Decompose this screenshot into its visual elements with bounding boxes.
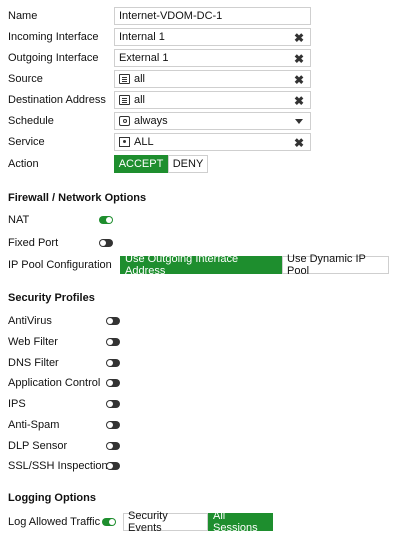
profile-label-dns-filter: DNS Filter bbox=[8, 357, 59, 369]
log-allowed-toggle[interactable] bbox=[102, 518, 116, 526]
profile-label-application-control: Application Control bbox=[8, 377, 101, 389]
incoming-interface-label: Incoming Interface bbox=[8, 31, 99, 43]
source-label: Source bbox=[8, 73, 43, 85]
schedule-select[interactable]: always bbox=[114, 112, 311, 130]
ssl-ssh-inspection-toggle[interactable] bbox=[106, 462, 120, 470]
incoming-interface-field[interactable]: Internal 1 ✖ bbox=[114, 28, 311, 46]
fixed-port-toggle[interactable] bbox=[99, 239, 113, 247]
schedule-value: always bbox=[134, 115, 168, 127]
remove-destination-icon[interactable]: ✖ bbox=[294, 94, 304, 108]
logging-section-title: Logging Options bbox=[8, 492, 96, 504]
ippool-outgoing-button[interactable]: Use Outgoing Interface Address bbox=[120, 253, 282, 277]
action-label: Action bbox=[8, 158, 39, 170]
outgoing-interface-value: External 1 bbox=[119, 52, 169, 64]
source-value: all bbox=[134, 73, 146, 85]
ips-toggle[interactable] bbox=[106, 400, 120, 408]
action-deny-button[interactable]: DENY bbox=[168, 155, 208, 173]
remove-outgoing-icon[interactable]: ✖ bbox=[294, 52, 304, 66]
service-field[interactable]: ALL ✖ bbox=[114, 133, 311, 151]
web-filter-toggle[interactable] bbox=[106, 338, 120, 346]
dns-filter-toggle[interactable] bbox=[106, 359, 120, 367]
profile-label-ssl-ssh: SSL/SSH Inspection bbox=[8, 460, 108, 472]
dlp-sensor-toggle[interactable] bbox=[106, 442, 120, 450]
nat-toggle[interactable] bbox=[99, 216, 113, 224]
name-label: Name bbox=[8, 10, 38, 22]
destination-label: Destination Address bbox=[8, 94, 106, 106]
service-label: Service bbox=[8, 136, 45, 148]
log-all-sessions-button[interactable]: All Sessions bbox=[208, 510, 273, 534]
profile-label-web-filter: Web Filter bbox=[8, 336, 58, 348]
service-icon bbox=[119, 137, 130, 147]
remove-service-icon[interactable]: ✖ bbox=[294, 136, 304, 150]
service-value: ALL bbox=[134, 136, 154, 148]
application-control-toggle[interactable] bbox=[106, 379, 120, 387]
schedule-label: Schedule bbox=[8, 115, 54, 127]
destination-field[interactable]: all ✖ bbox=[114, 91, 311, 109]
profile-label-dlp-sensor: DLP Sensor bbox=[8, 440, 68, 452]
antivirus-toggle[interactable] bbox=[106, 317, 120, 325]
outgoing-interface-field[interactable]: External 1 ✖ bbox=[114, 49, 311, 67]
security-section-title: Security Profiles bbox=[8, 292, 95, 304]
destination-value: all bbox=[134, 94, 146, 106]
profile-label-ips: IPS bbox=[8, 398, 26, 410]
remove-incoming-icon[interactable]: ✖ bbox=[294, 31, 304, 45]
ippool-dynamic-button[interactable]: Use Dynamic IP Pool bbox=[282, 253, 389, 277]
profile-label-anti-spam: Anti-Spam bbox=[8, 419, 60, 431]
fixed-port-label: Fixed Port bbox=[8, 237, 59, 249]
log-allowed-label: Log Allowed Traffic bbox=[8, 516, 101, 528]
outgoing-interface-label: Outgoing Interface bbox=[8, 52, 99, 64]
anti-spam-toggle[interactable] bbox=[106, 421, 120, 429]
schedule-icon bbox=[119, 116, 130, 126]
name-input[interactable]: Internet-VDOM-DC-1 bbox=[114, 7, 311, 25]
address-list-icon bbox=[119, 95, 130, 105]
firewall-section-title: Firewall / Network Options bbox=[8, 192, 147, 204]
action-accept-button[interactable]: ACCEPT bbox=[114, 155, 168, 173]
log-security-events-button[interactable]: Security Events bbox=[123, 510, 208, 534]
name-value: Internet-VDOM-DC-1 bbox=[119, 10, 223, 22]
incoming-interface-value: Internal 1 bbox=[119, 31, 165, 43]
address-list-icon bbox=[119, 74, 130, 84]
source-field[interactable]: all ✖ bbox=[114, 70, 311, 88]
ippool-label: IP Pool Configuration bbox=[8, 259, 112, 271]
profile-label-antivirus: AntiVirus bbox=[8, 315, 52, 327]
nat-label: NAT bbox=[8, 214, 30, 226]
chevron-down-icon[interactable] bbox=[295, 119, 303, 124]
remove-source-icon[interactable]: ✖ bbox=[294, 73, 304, 87]
